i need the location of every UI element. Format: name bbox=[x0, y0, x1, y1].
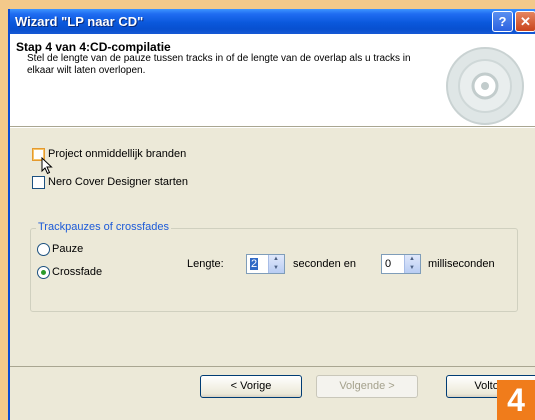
cover-designer-label[interactable]: Nero Cover Designer starten bbox=[48, 176, 188, 188]
milliseconds-spinner[interactable]: 0 ▲ ▼ bbox=[381, 254, 421, 274]
milliseconds-value[interactable]: 0 bbox=[385, 258, 391, 270]
seconds-spinner[interactable]: 2 ▲ ▼ bbox=[246, 254, 285, 274]
spin-up-icon[interactable]: ▲ bbox=[273, 256, 279, 262]
step-badge: 4 bbox=[497, 380, 535, 420]
milliseconds-spin-buttons[interactable]: ▲ ▼ bbox=[404, 255, 420, 273]
close-icon: ✕ bbox=[520, 14, 531, 29]
window-title: Wizard "LP naar CD" bbox=[15, 14, 144, 29]
wizard-window: Wizard "LP naar CD" ? ✕ Stap 4 van 4:CD-… bbox=[8, 9, 535, 420]
footer-divider bbox=[10, 366, 535, 367]
back-button[interactable]: < Vorige bbox=[200, 375, 302, 398]
title-bar[interactable]: Wizard "LP naar CD" ? ✕ bbox=[10, 9, 535, 34]
crossfade-radio[interactable] bbox=[37, 266, 50, 279]
close-button[interactable]: ✕ bbox=[515, 11, 535, 32]
pause-label[interactable]: Pauze bbox=[52, 243, 83, 255]
step-description: Stel de lengte van de pauze tussen track… bbox=[27, 53, 411, 76]
burn-label[interactable]: Project onmiddellijk branden bbox=[48, 148, 186, 160]
crossfade-label[interactable]: Crossfade bbox=[52, 266, 102, 278]
mouse-pointer-icon bbox=[41, 157, 53, 175]
milliseconds-label: milliseconden bbox=[428, 258, 495, 270]
length-label: Lengte: bbox=[187, 258, 224, 270]
spin-down-icon[interactable]: ▼ bbox=[409, 265, 415, 271]
header-divider bbox=[10, 127, 535, 128]
group-legend: Trackpauzes of crossfades bbox=[36, 221, 172, 233]
help-button[interactable]: ? bbox=[492, 11, 513, 32]
seconds-spin-buttons[interactable]: ▲ ▼ bbox=[268, 255, 284, 273]
next-button[interactable]: Volgende > bbox=[316, 375, 418, 398]
wizard-header: Stap 4 van 4:CD-compilatie Stel de lengt… bbox=[10, 34, 535, 127]
spin-down-icon[interactable]: ▼ bbox=[273, 265, 279, 271]
cover-designer-checkbox[interactable] bbox=[32, 176, 45, 189]
step-title: Stap 4 van 4:CD-compilatie bbox=[16, 40, 171, 54]
seconds-label: seconden en bbox=[293, 258, 356, 270]
radio-selected-dot bbox=[41, 270, 46, 275]
seconds-value[interactable]: 2 bbox=[250, 258, 259, 270]
cd-icon bbox=[446, 47, 524, 125]
pause-radio[interactable] bbox=[37, 243, 50, 256]
spin-up-icon[interactable]: ▲ bbox=[409, 256, 415, 262]
help-icon: ? bbox=[498, 14, 507, 29]
